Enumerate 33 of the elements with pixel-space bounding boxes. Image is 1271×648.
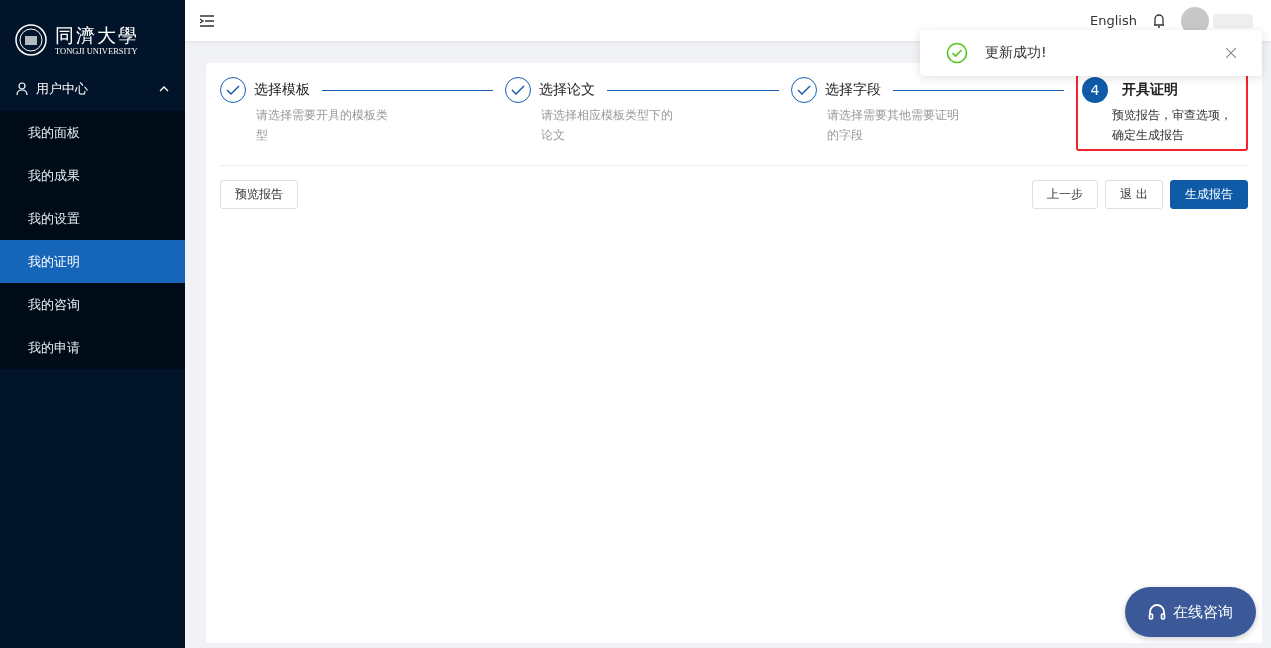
step-title: 选择字段 bbox=[824, 81, 881, 99]
sidebar-item[interactable]: 我的成果 bbox=[0, 154, 185, 197]
close-icon[interactable] bbox=[1226, 48, 1236, 58]
step-description: 预览报告，审查选项，确定生成报告 bbox=[1112, 107, 1233, 144]
language-link[interactable]: English bbox=[1090, 13, 1137, 28]
step-description: 请选择需要开具的模板类型 bbox=[256, 107, 388, 144]
bell-icon[interactable] bbox=[1153, 12, 1165, 29]
caret-icon bbox=[159, 86, 169, 92]
step-description: 请选择相应模板类型下的论文 bbox=[541, 107, 674, 144]
action-button[interactable]: 退 出 bbox=[1105, 180, 1163, 209]
step-title: 选择模板 bbox=[254, 81, 310, 99]
step-title: 选择论文 bbox=[539, 81, 596, 99]
university-name: 同濟大學 bbox=[55, 24, 139, 46]
action-button[interactable]: 预览报告 bbox=[220, 180, 298, 209]
university-name-latin: TONGJI UNIVERSITY bbox=[55, 46, 139, 56]
success-icon bbox=[946, 42, 968, 64]
sidebar-item[interactable]: 我的设置 bbox=[0, 197, 185, 240]
menu-group[interactable]: 用户中心 bbox=[0, 67, 185, 111]
university-seal-icon bbox=[15, 24, 47, 56]
menu-icon[interactable] bbox=[200, 14, 214, 27]
sidebar-item[interactable]: 我的咨询 bbox=[0, 283, 185, 326]
toast-message: 更新成功! bbox=[985, 44, 1048, 62]
headset-icon bbox=[1148, 603, 1166, 621]
step-title: 开具证明 bbox=[1122, 81, 1178, 99]
action-button[interactable]: 生成报告 bbox=[1170, 180, 1248, 209]
action-button[interactable]: 上一步 bbox=[1032, 180, 1099, 209]
user-icon bbox=[16, 82, 28, 96]
online-consult-button[interactable]: 在线咨询 bbox=[1125, 587, 1256, 637]
step-number: 4 bbox=[1082, 77, 1108, 103]
sidebar-item[interactable]: 我的面板 bbox=[0, 111, 185, 154]
step-description: 请选择需要其他需要证明的字段 bbox=[826, 107, 959, 144]
sidebar-item[interactable]: 我的申请 bbox=[0, 326, 185, 369]
sidebar-item[interactable]: 我的证明 bbox=[0, 240, 185, 283]
